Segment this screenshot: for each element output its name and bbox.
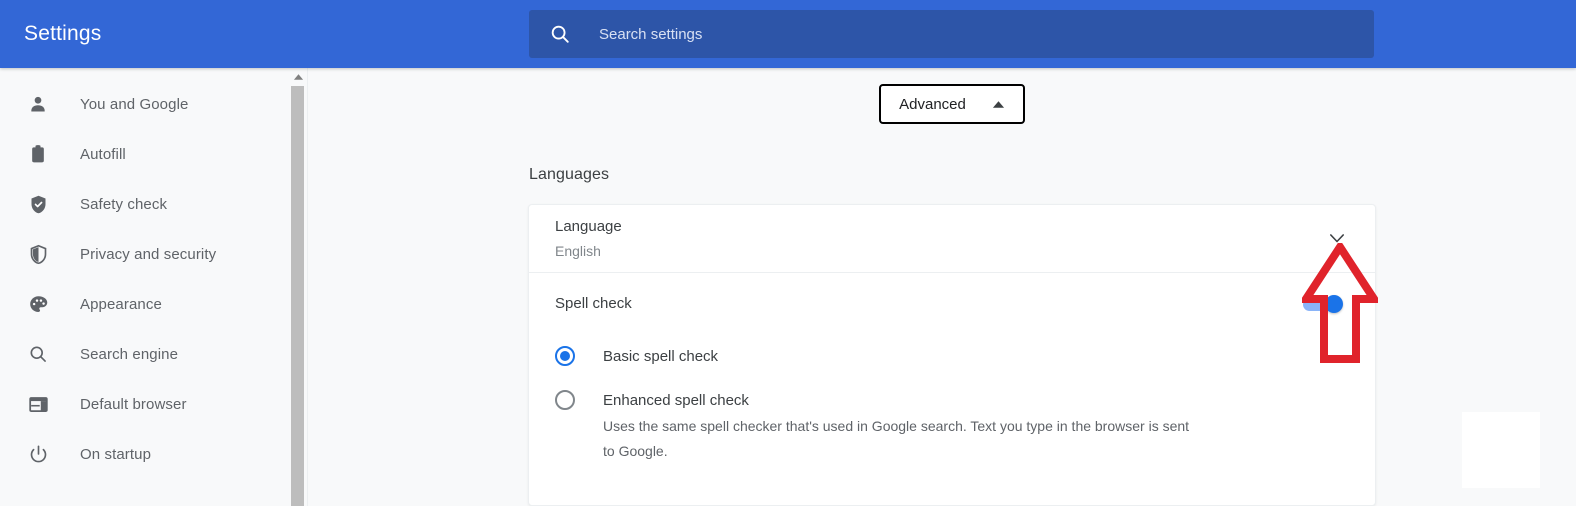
languages-card: Language English Spell check Basic spell… (528, 204, 1376, 506)
sidebar-item-appearance[interactable]: Appearance (0, 286, 292, 322)
sidebar-item-label: Search engine (80, 345, 179, 363)
shield-half-icon (26, 242, 50, 266)
search-icon (26, 342, 50, 366)
sidebar-item-label: Privacy and security (80, 245, 217, 263)
caret-up-icon (992, 100, 1005, 109)
language-row-value: English (555, 242, 601, 259)
caret-up-icon[interactable] (289, 68, 307, 85)
advanced-button-label: Advanced (899, 95, 966, 113)
scrollbar-thumb[interactable] (291, 86, 304, 506)
spell-check-options: Basic spell check Enhanced spell check U… (529, 345, 1375, 480)
sidebar-item-autofill[interactable]: Autofill (0, 136, 292, 172)
power-icon (26, 442, 50, 466)
radio-option-enhanced-spell-check[interactable]: Enhanced spell check Uses the same spell… (529, 389, 1375, 464)
sidebar-item-search-engine[interactable]: Search engine (0, 336, 292, 372)
sidebar-item-label: Default browser (80, 395, 187, 413)
sidebar-item-default-browser[interactable]: Default browser (0, 386, 292, 422)
sidebar-item-label: Autofill (80, 145, 126, 163)
language-row-title: Language (555, 217, 622, 235)
sidebar: You and Google Autofill Safety check Pri… (0, 68, 292, 506)
language-row-text: Language English (555, 216, 622, 262)
search-icon (549, 23, 571, 45)
radio-option-label: Basic spell check (603, 348, 719, 365)
search-bar[interactable] (529, 10, 1374, 58)
spell-check-row: Spell check (529, 273, 1375, 333)
app-header: Settings (0, 0, 1576, 68)
sidebar-item-label: Safety check (80, 195, 168, 213)
advanced-toggle-button[interactable]: Advanced (879, 84, 1025, 124)
clipboard-icon (26, 142, 50, 166)
page-title: Settings (24, 22, 102, 45)
sidebar-item-label: Appearance (80, 295, 162, 313)
sidebar-item-label: You and Google (80, 95, 189, 113)
sidebar-item-privacy-and-security[interactable]: Privacy and security (0, 236, 292, 272)
radio-button[interactable] (555, 346, 575, 366)
sidebar-item-on-startup[interactable]: On startup (0, 436, 292, 472)
browser-window-icon (26, 392, 50, 416)
person-icon (26, 92, 50, 116)
radio-option-body: Enhanced spell check Uses the same spell… (603, 389, 1203, 464)
radio-option-basic-spell-check[interactable]: Basic spell check (529, 345, 1375, 369)
main-content: Advanced Languages Language English Spel… (308, 68, 1576, 506)
sidebar-item-safety-check[interactable]: Safety check (0, 186, 292, 222)
language-row[interactable]: Language English (529, 205, 1375, 273)
chevron-down-icon[interactable] (1325, 227, 1349, 251)
radio-option-description: Uses the same spell checker that's used … (603, 418, 1190, 459)
radio-option-label: Enhanced spell check (603, 392, 749, 409)
sidebar-item-label: On startup (80, 445, 152, 463)
radio-button[interactable] (555, 390, 575, 410)
toggle-knob (1325, 295, 1343, 313)
spell-check-label: Spell check (555, 294, 632, 312)
palette-icon (26, 292, 50, 316)
sidebar-scrollbar[interactable] (289, 68, 307, 506)
section-title-languages: Languages (529, 166, 610, 183)
settings-page: Settings You and Google (0, 0, 1576, 506)
sidebar-item-you-and-google[interactable]: You and Google (0, 86, 292, 122)
shield-check-icon (26, 192, 50, 216)
search-input[interactable] (599, 25, 1374, 43)
spell-check-toggle[interactable] (1303, 295, 1347, 313)
radio-option-body: Basic spell check (603, 345, 718, 369)
blank-overlay-block (1462, 412, 1540, 488)
